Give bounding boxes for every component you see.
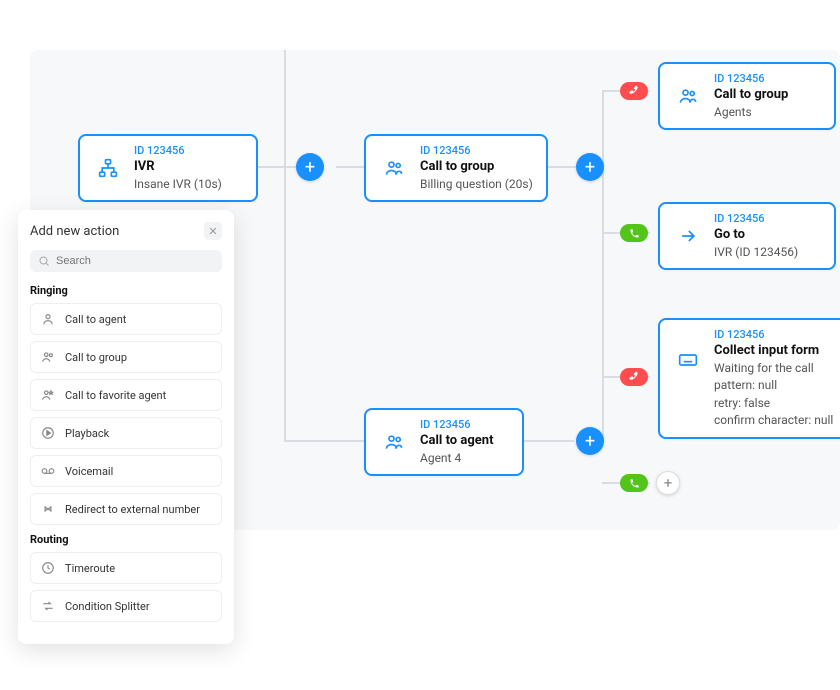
section-routing-label: Routing	[30, 533, 222, 546]
search-icon	[38, 255, 50, 267]
node-id: ID 123456	[420, 418, 493, 431]
node-title: Collect input form	[714, 343, 833, 359]
person-icon	[40, 311, 56, 327]
node-subtitle: Insane IVR (10s)	[134, 177, 222, 193]
node-id: ID 123456	[420, 144, 533, 157]
section-ringing-label: Ringing	[30, 284, 222, 297]
action-call-favorite-agent[interactable]: Call to favorite agent	[30, 379, 222, 411]
add-action-panel: Add new action ✕ Ringing Call to agent C…	[18, 210, 234, 644]
node-id: ID 123456	[714, 72, 788, 85]
action-call-to-agent[interactable]: Call to agent	[30, 303, 222, 335]
action-label: Redirect to external number	[65, 503, 200, 516]
hangup-badge-icon	[620, 82, 648, 100]
group-icon	[672, 80, 704, 112]
node-subtitle: Agents	[714, 105, 788, 121]
split-arrows-icon	[40, 598, 56, 614]
clock-icon	[40, 560, 56, 576]
answer-badge-icon	[620, 224, 648, 242]
action-voicemail[interactable]: Voicemail	[30, 455, 222, 487]
node-title: Call to group	[420, 159, 533, 175]
search-input-wrapper[interactable]	[30, 250, 222, 272]
action-playback[interactable]: Playback	[30, 417, 222, 449]
connector	[284, 166, 286, 440]
close-icon[interactable]: ✕	[204, 222, 222, 240]
action-label: Call to favorite agent	[65, 389, 166, 402]
keyboard-icon	[672, 344, 704, 376]
node-id: ID 123456	[714, 328, 833, 341]
action-label: Timeroute	[65, 562, 115, 575]
action-redirect-external[interactable]: Redirect to external number	[30, 493, 222, 525]
group-icon	[378, 426, 410, 458]
add-node-button[interactable]: +	[576, 427, 604, 455]
node-id: ID 123456	[714, 212, 798, 225]
node-line: Waiting for the call	[714, 361, 833, 377]
connector	[284, 440, 364, 442]
node-subtitle: Agent 4	[420, 451, 493, 467]
node-subtitle: IVR (ID 123456)	[714, 245, 798, 261]
node-billing-group[interactable]: ID 123456 Call to group Billing question…	[364, 134, 548, 202]
node-call-agent[interactable]: ID 123456 Call to agent Agent 4	[364, 408, 524, 476]
node-ivr[interactable]: ID 123456 IVR Insane IVR (10s)	[78, 134, 258, 202]
node-id: ID 123456	[134, 144, 222, 157]
node-title: Call to group	[714, 87, 788, 103]
add-node-button[interactable]: +	[296, 153, 324, 181]
panel-title: Add new action	[30, 224, 119, 239]
action-call-to-group[interactable]: Call to group	[30, 341, 222, 373]
play-circle-icon	[40, 425, 56, 441]
node-collect-input[interactable]: ID 123456 Collect input form Waiting for…	[658, 318, 840, 439]
action-condition-splitter[interactable]: Condition Splitter	[30, 590, 222, 622]
group-icon	[378, 152, 410, 184]
connector	[602, 90, 604, 444]
action-label: Call to group	[65, 351, 127, 364]
voicemail-icon	[40, 463, 56, 479]
action-label: Voicemail	[65, 465, 113, 478]
connector	[336, 166, 364, 168]
node-subtitle: Billing question (20s)	[420, 177, 533, 193]
node-title: IVR	[134, 159, 222, 175]
node-line: confirm character: null	[714, 413, 833, 429]
action-label: Call to agent	[65, 313, 126, 326]
search-input[interactable]	[56, 255, 214, 267]
ivr-tree-icon	[92, 152, 124, 184]
connector	[524, 440, 574, 442]
action-timeroute[interactable]: Timeroute	[30, 552, 222, 584]
add-node-button[interactable]: +	[576, 153, 604, 181]
action-label: Condition Splitter	[65, 600, 150, 613]
node-agents-group[interactable]: ID 123456 Call to group Agents	[658, 62, 836, 130]
group-icon	[40, 349, 56, 365]
action-label: Playback	[65, 427, 109, 440]
favorite-agent-icon	[40, 387, 56, 403]
connector	[284, 50, 286, 166]
node-title: Call to agent	[420, 433, 493, 449]
answer-badge-icon	[620, 474, 648, 492]
node-goto[interactable]: ID 123456 Go to IVR (ID 123456)	[658, 202, 836, 270]
redirect-icon	[40, 501, 56, 517]
hangup-badge-icon	[620, 368, 648, 386]
arrow-right-icon	[672, 220, 704, 252]
node-line: pattern: null	[714, 378, 833, 394]
add-node-small-button[interactable]: +	[656, 471, 680, 495]
node-title: Go to	[714, 227, 798, 243]
node-line: retry: false	[714, 396, 833, 412]
connector	[548, 166, 576, 168]
